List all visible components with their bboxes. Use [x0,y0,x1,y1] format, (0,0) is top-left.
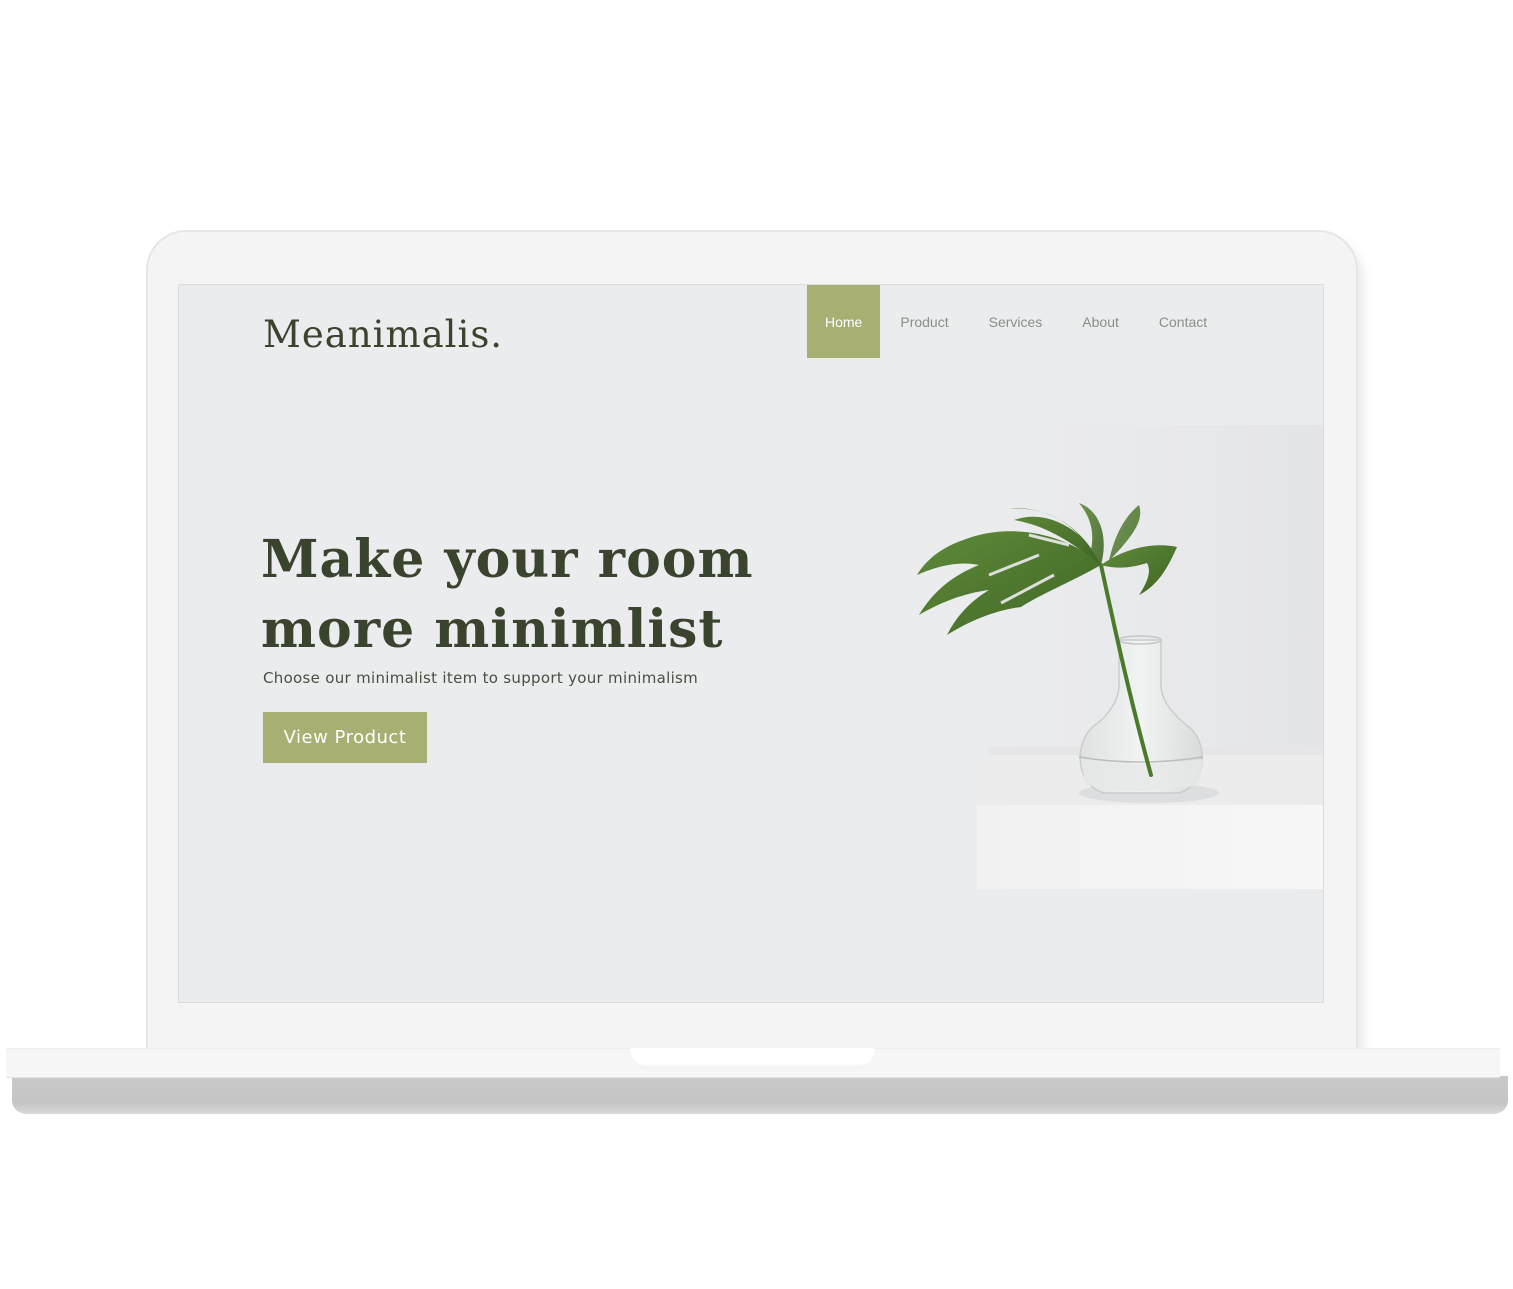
hero-headline-line2: more minimlist [261,599,724,660]
site-logo[interactable]: Meanimalis. [263,313,503,356]
nav-item-about[interactable]: About [1062,285,1139,358]
laptop-mockup: Meanimalis. Home Product Services About … [0,0,1513,1289]
hero-subtitle: Choose our minimalist item to support yo… [263,669,699,687]
view-product-button[interactable]: View Product [263,712,427,763]
laptop-notch [630,1048,875,1068]
laptop-screen: Meanimalis. Home Product Services About … [178,284,1324,1003]
nav-item-home[interactable]: Home [807,285,881,358]
hero-headline-line1: Make your room [261,529,754,590]
nav-item-product[interactable]: Product [880,285,968,358]
laptop-base-shadow [12,1076,1508,1114]
plant-in-vase-image [879,425,1323,889]
main-nav: Home Product Services About Contact [807,285,1227,358]
nav-item-contact[interactable]: Contact [1139,285,1227,358]
hero-headline: Make your room more minimlist [261,525,781,665]
nav-item-services[interactable]: Services [969,285,1063,358]
